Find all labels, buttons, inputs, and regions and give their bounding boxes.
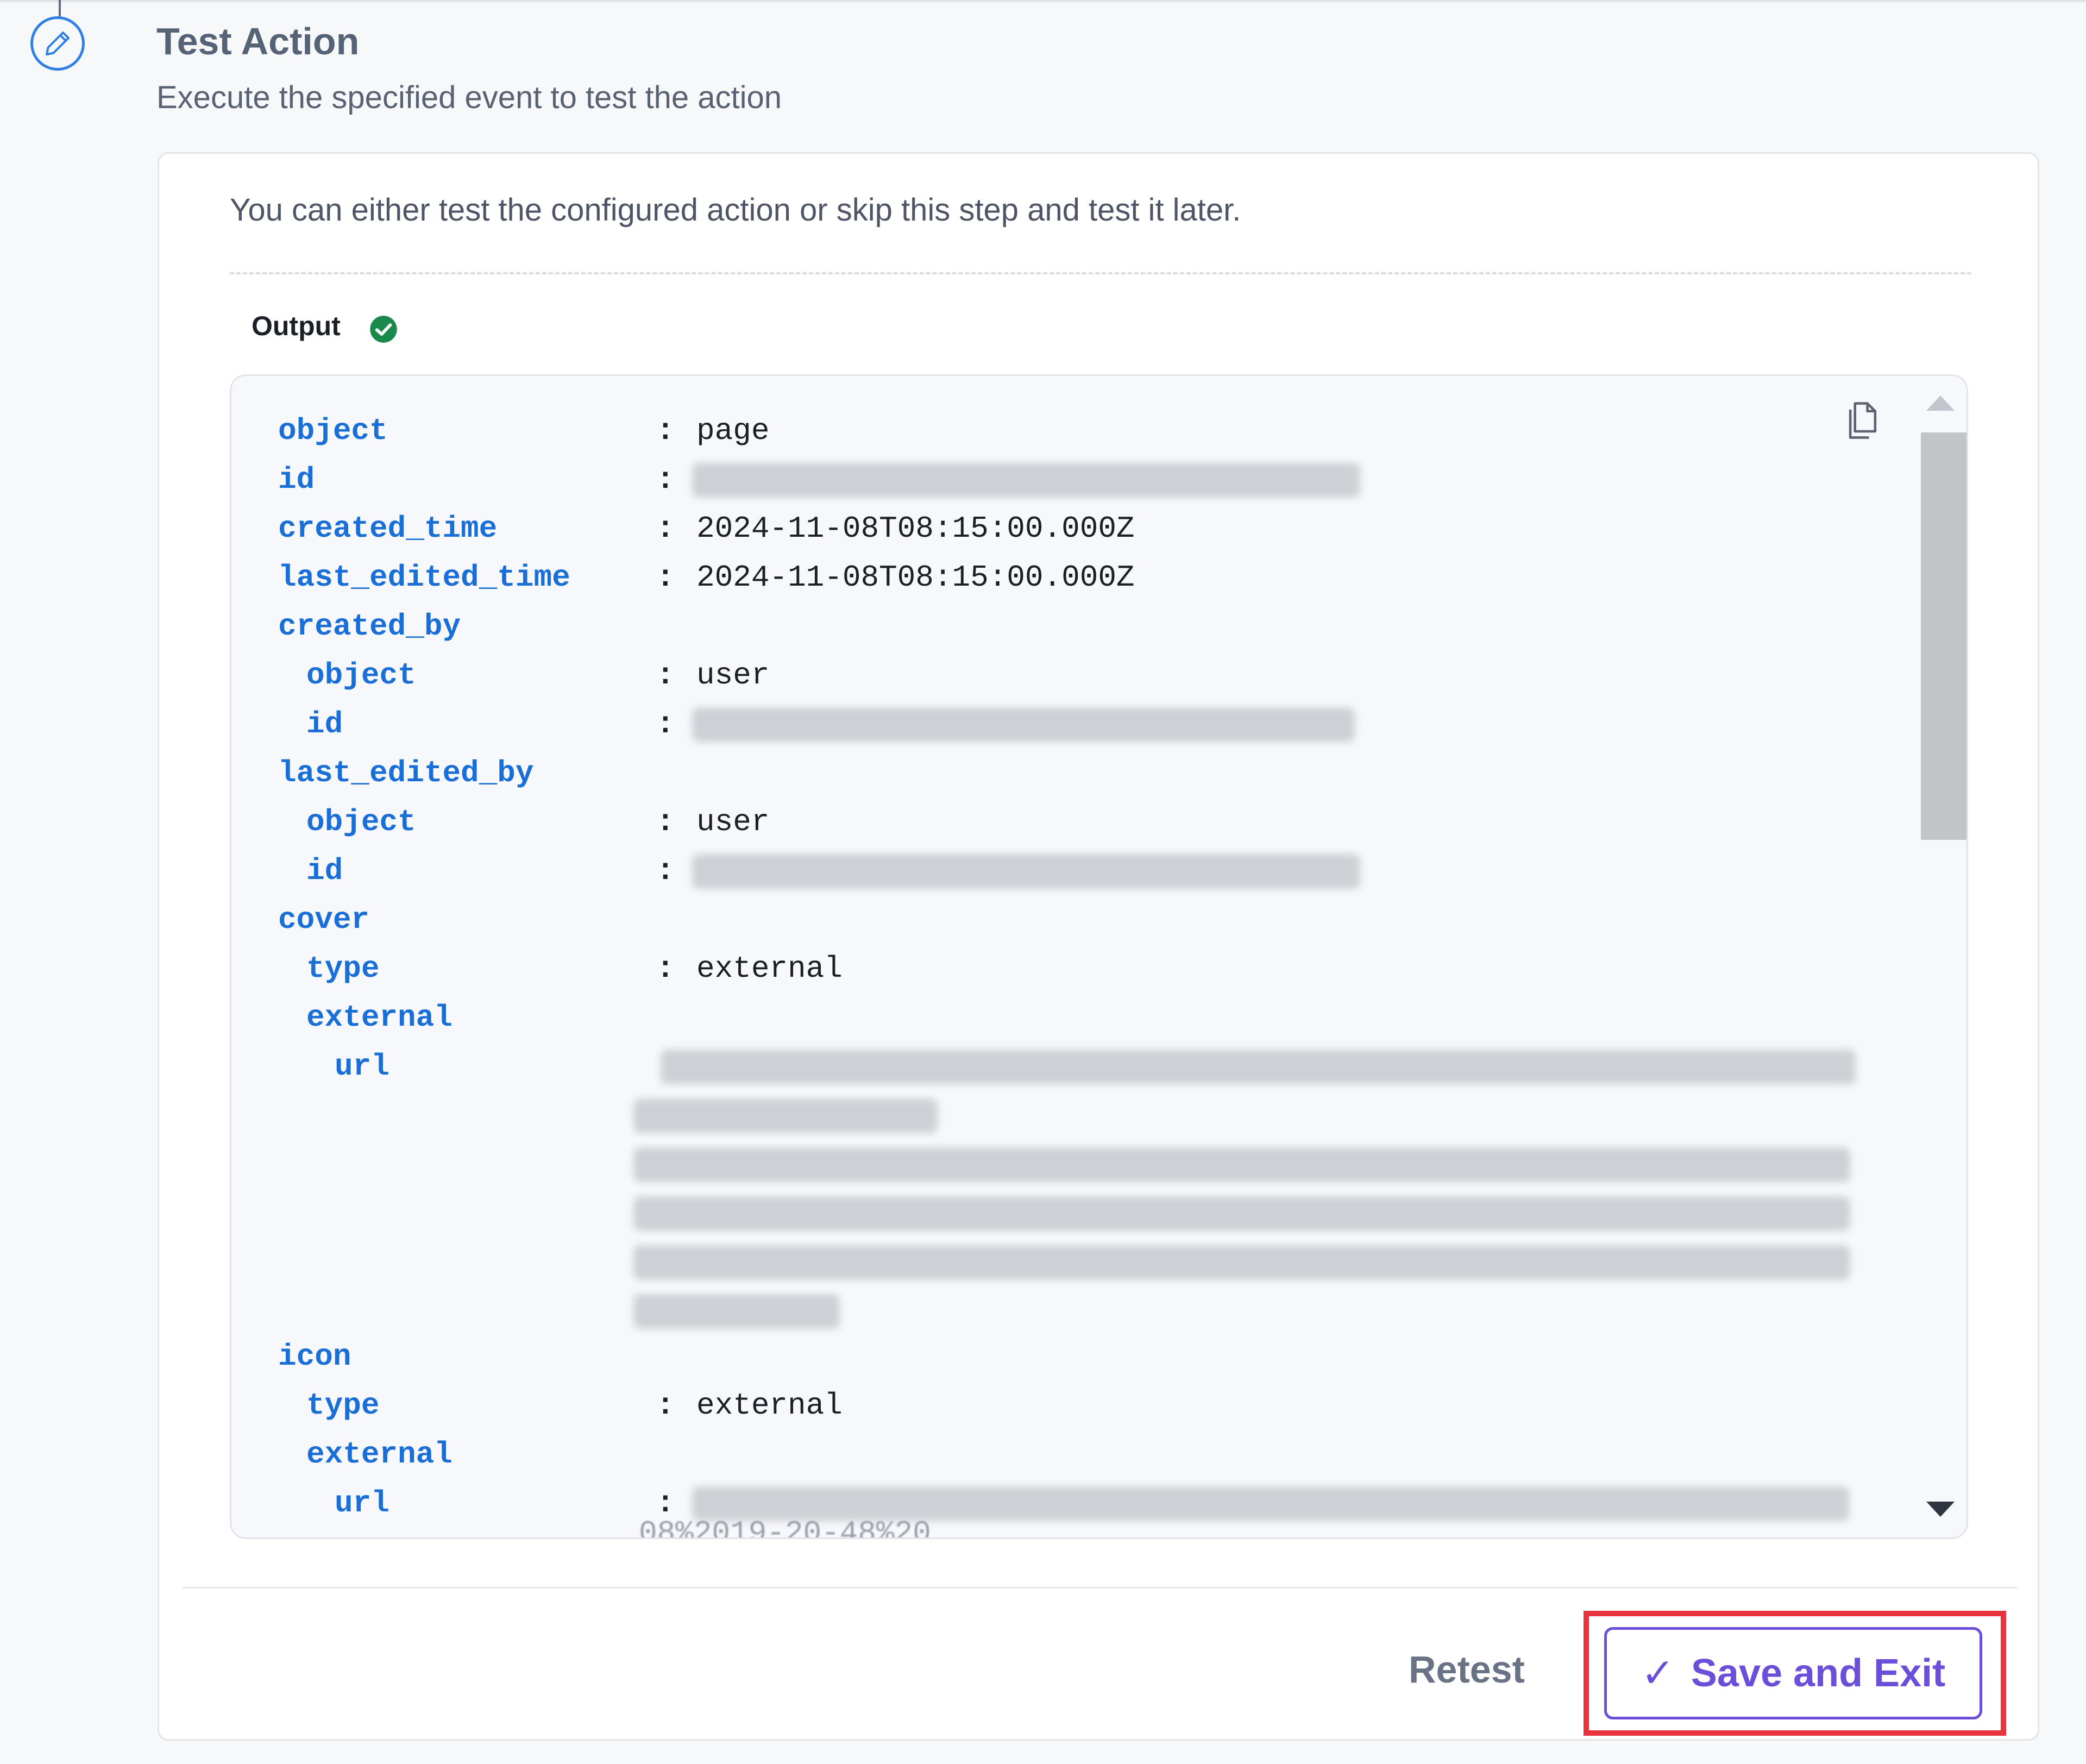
output-value: user [696, 658, 770, 693]
output-row: created_time : 2024-11-08T08:15:00.000Z [231, 504, 1905, 553]
output-separator: : [656, 413, 675, 448]
redacted-value [661, 1050, 1856, 1084]
output-row: object : user [231, 798, 1905, 846]
scroll-up-arrow-icon[interactable] [1926, 396, 1955, 411]
output-key: external [306, 1000, 453, 1035]
output-key: url [335, 1486, 389, 1521]
redacted-value [633, 1098, 938, 1133]
save-and-exit-label: Save and Exit [1691, 1652, 1946, 1695]
footer-divider [183, 1587, 2017, 1589]
output-separator: : [656, 560, 675, 595]
output-separator: : [656, 707, 675, 742]
pencil-icon [30, 16, 85, 71]
step-connector [59, 0, 61, 16]
output-separator: : [656, 805, 675, 839]
output-row: object : user [231, 651, 1905, 700]
redacted-value [633, 1147, 1850, 1182]
output-row: created_by [231, 602, 1905, 651]
output-code-panel[interactable]: object : page id : created_time : 2024-1… [230, 374, 1968, 1539]
redacted-value [692, 463, 1360, 498]
copy-icon[interactable] [1844, 399, 1882, 442]
redacted-value [692, 707, 1355, 742]
output-row: type : external [231, 944, 1905, 993]
output-key: created_by [278, 609, 461, 644]
output-separator: : [656, 462, 675, 497]
partial-value: 08%2019-20-48%20 [639, 1516, 931, 1539]
redacted-value [692, 854, 1360, 889]
step-subtitle: Execute the specified event to test the … [156, 80, 782, 115]
redacted-value [633, 1196, 1850, 1231]
output-row: id : [231, 700, 1905, 749]
output-row: external [231, 1430, 1905, 1479]
output-separator: : [656, 511, 675, 546]
output-row: last_edited_by [231, 749, 1905, 798]
scrollbar-thumb[interactable] [1921, 432, 1966, 840]
output-label: Output [252, 311, 341, 341]
output-separator: : [656, 658, 675, 693]
output-row: id : [231, 455, 1905, 504]
check-circle-icon [370, 316, 397, 343]
dashed-divider [230, 272, 1971, 274]
save-and-exit-button[interactable]: ✓ Save and Exit [1604, 1627, 1982, 1719]
output-key: icon [278, 1339, 351, 1374]
output-key: type [306, 1388, 380, 1423]
output-key: object [278, 413, 388, 448]
output-row: id : [231, 846, 1905, 895]
output-value: external [696, 1388, 843, 1423]
output-separator: : [656, 951, 675, 986]
top-border [0, 0, 2086, 2]
output-separator: : [656, 1388, 675, 1423]
output-key: created_time [278, 511, 498, 546]
output-key: id [306, 853, 343, 888]
output-key: last_edited_by [278, 756, 534, 790]
output-key: last_edited_time [278, 560, 570, 595]
output-key: id [278, 462, 315, 497]
output-value: 2024-11-08T08:15:00.000Z [696, 511, 1135, 546]
output-key: object [306, 805, 416, 839]
output-key: url [335, 1049, 389, 1084]
redacted-value [633, 1245, 1850, 1280]
output-row: url : [231, 1479, 1905, 1528]
output-key: id [306, 707, 343, 742]
output-value: 2024-11-08T08:15:00.000Z [696, 560, 1135, 595]
scroll-down-arrow-icon[interactable] [1926, 1502, 1955, 1517]
output-row: last_edited_time : 2024-11-08T08:15:00.0… [231, 553, 1905, 602]
redacted-value [633, 1294, 840, 1329]
output-row: object : page [231, 406, 1905, 455]
test-action-card: You can either test the configured actio… [158, 152, 2039, 1741]
output-value: external [696, 951, 843, 986]
output-row: type : external [231, 1381, 1905, 1430]
output-row: external [231, 993, 1905, 1042]
output-value: user [696, 805, 770, 839]
output-value: page [696, 413, 770, 448]
retest-button[interactable]: Retest [1409, 1648, 1525, 1691]
intro-text: You can either test the configured actio… [230, 192, 1241, 228]
output-separator: : [656, 853, 675, 888]
output-key: cover [278, 902, 370, 937]
step-title: Test Action [156, 20, 360, 62]
check-icon: ✓ [1641, 1650, 1675, 1696]
output-row: icon [231, 1332, 1905, 1381]
output-key: object [306, 658, 416, 693]
output-key: type [306, 951, 380, 986]
output-key: external [306, 1437, 453, 1472]
output-row: cover [231, 895, 1905, 944]
